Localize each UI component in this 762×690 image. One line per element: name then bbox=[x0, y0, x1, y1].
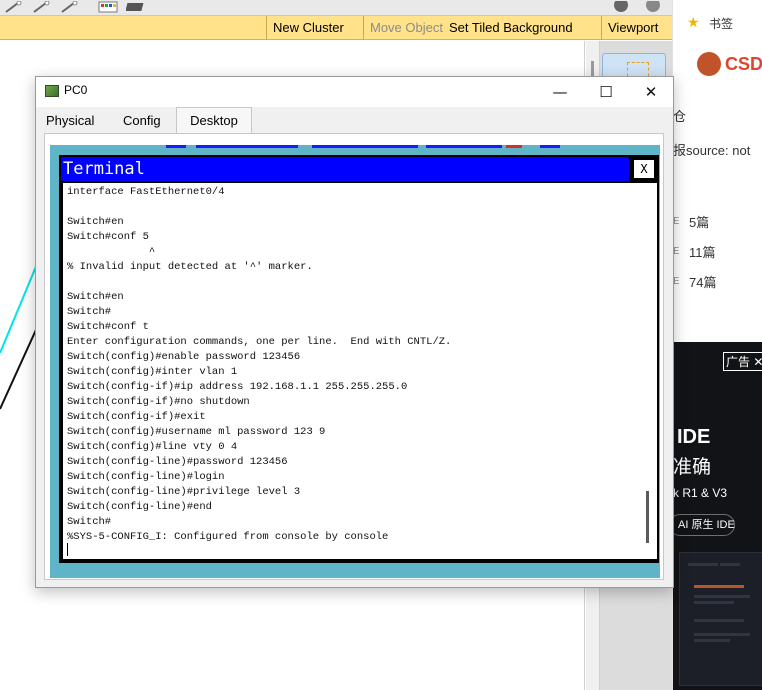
terminal-line: ^ bbox=[67, 246, 156, 258]
terminal-line: Switch#conf 5 bbox=[67, 231, 149, 243]
desktop-icon-strip bbox=[506, 145, 522, 148]
close-button[interactable]: ✕ bbox=[628, 77, 674, 107]
desktop-panel: Terminal X interface FastEthernet0/4 Swit… bbox=[44, 133, 664, 580]
move-object-button[interactable]: Move Object bbox=[363, 16, 449, 40]
tab-desktop[interactable]: Desktop bbox=[176, 107, 252, 133]
terminal-line: Switch#conf t bbox=[67, 321, 149, 333]
terminal-line: Switch(config-line)#end bbox=[67, 501, 212, 513]
terminal-line: Switch(config)#inter vlan 1 bbox=[67, 366, 238, 378]
viewport-button[interactable]: Viewport bbox=[601, 16, 664, 40]
ad-subline: 准确 bbox=[673, 457, 712, 478]
terminal-line: Switch# bbox=[67, 306, 112, 318]
tab-physical[interactable]: Physical bbox=[40, 109, 100, 133]
desktop-icon-strip bbox=[426, 145, 502, 148]
cyan-link bbox=[0, 256, 41, 354]
terminal-line: Switch#en bbox=[67, 216, 124, 228]
palette-icon[interactable] bbox=[98, 0, 118, 13]
pt-icon-bar bbox=[0, 0, 672, 16]
terminal-line: Switch(config-if)#no shutdown bbox=[67, 396, 250, 408]
terminal-line: Switch(config)#username ml password 123 … bbox=[67, 426, 326, 438]
desktop-icon-strip bbox=[540, 145, 560, 148]
terminal-line: %SYS-5-CONFIG_I: Configured from console… bbox=[67, 531, 389, 543]
sidebar-text: 仓 bbox=[673, 109, 687, 124]
terminal-line: Switch#en bbox=[67, 291, 124, 303]
terminal-line: Switch(config-if)#exit bbox=[67, 411, 206, 423]
set-tiled-background-button[interactable]: Set Tiled Background bbox=[443, 16, 579, 40]
ad-screenshot bbox=[679, 552, 762, 686]
desktop-area: Terminal X interface FastEthernet0/4 Swit… bbox=[50, 145, 660, 578]
window-title-bar[interactable]: PC0 — ☐ ✕ bbox=[36, 77, 673, 107]
terminal-cursor bbox=[67, 543, 68, 556]
terminal-close-button[interactable]: X bbox=[633, 159, 655, 179]
wand-icon[interactable] bbox=[4, 0, 22, 13]
bookmarks-label[interactable]: 书签 bbox=[709, 15, 733, 32]
device-icon[interactable] bbox=[125, 0, 144, 12]
terminal-window: Terminal X interface FastEthernet0/4 Swit… bbox=[59, 155, 659, 563]
ad-ide-pill[interactable]: AI 原生 IDE bbox=[669, 514, 735, 536]
pt-workspace-toolbar: New Cluster Move Object Set Tiled Backgr… bbox=[0, 16, 672, 40]
help-icon[interactable] bbox=[644, 0, 662, 12]
desktop-icon-strip bbox=[166, 145, 186, 148]
terminal-lines: interface FastEthernet0/4 Switch#en Switch… bbox=[67, 185, 637, 545]
terminal-output[interactable]: interface FastEthernet0/4 Switch#en Switch… bbox=[63, 183, 657, 559]
terminal-line: Switch(config)#enable password 123456 bbox=[67, 351, 301, 363]
info-icon[interactable] bbox=[612, 0, 630, 12]
ad-badge[interactable]: 广告 ✕ bbox=[723, 352, 762, 371]
terminal-line: Enter configuration commands, one per li… bbox=[67, 336, 452, 348]
window-title: PC0 bbox=[64, 83, 88, 97]
terminal-line: Switch# bbox=[67, 516, 112, 528]
new-cluster-button[interactable]: New Cluster bbox=[266, 16, 350, 40]
close-icon[interactable]: ✕ bbox=[753, 355, 762, 369]
sidebar-text: 报source: not bbox=[673, 143, 751, 158]
pc0-window: PC0 — ☐ ✕ Physical Config Desktop Termin… bbox=[35, 76, 674, 588]
terminal-line: Switch(config-if)#ip address 192.168.1.1… bbox=[67, 381, 408, 393]
wand-icon[interactable] bbox=[32, 0, 50, 13]
terminal-title: Terminal bbox=[61, 157, 629, 181]
terminal-line: Switch(config-line)#password 123456 bbox=[67, 456, 288, 468]
brand-text: CSD bbox=[725, 54, 762, 74]
desktop-icon-strip bbox=[196, 145, 298, 148]
screen: New Cluster Move Object Set Tiled Backgr… bbox=[0, 0, 762, 690]
article-count[interactable]: 74篇 bbox=[689, 272, 716, 291]
terminal-scrollbar[interactable] bbox=[646, 491, 649, 543]
terminal-line: Switch(config)#line vty 0 4 bbox=[67, 441, 238, 453]
pc-icon bbox=[45, 85, 59, 97]
maximize-button[interactable]: ☐ bbox=[583, 77, 629, 107]
advertisement[interactable]: 广告 ✕ IDE 准确 k R1 & V3 AI 原生 IDE bbox=[669, 342, 762, 690]
terminal-line: Switch(config-line)#login bbox=[67, 471, 225, 483]
csdn-logo-icon bbox=[697, 52, 721, 76]
terminal-line: % Invalid input detected at '^' marker. bbox=[67, 261, 313, 273]
toolbar-spacer bbox=[0, 16, 258, 40]
star-icon[interactable]: ★ bbox=[687, 14, 700, 31]
terminal-line: Switch(config-line)#privilege level 3 bbox=[67, 486, 301, 498]
minimize-button[interactable]: — bbox=[537, 77, 583, 107]
ad-headline: IDE bbox=[677, 426, 711, 448]
browser-sidebar: ★ 书签 CSD 仓 报source: not ᴇ 5篇 ᴇ 11篇 ᴇ 74篇… bbox=[669, 0, 762, 690]
desktop-icon-strip bbox=[312, 145, 418, 148]
article-count[interactable]: 5篇 bbox=[689, 212, 709, 231]
wand-icon[interactable] bbox=[60, 0, 78, 13]
ad-models: k R1 & V3 bbox=[673, 486, 728, 500]
article-count[interactable]: 11篇 bbox=[689, 242, 716, 261]
black-link bbox=[0, 320, 41, 410]
terminal-line: interface FastEthernet0/4 bbox=[67, 186, 225, 198]
tab-config[interactable]: Config bbox=[117, 109, 167, 133]
